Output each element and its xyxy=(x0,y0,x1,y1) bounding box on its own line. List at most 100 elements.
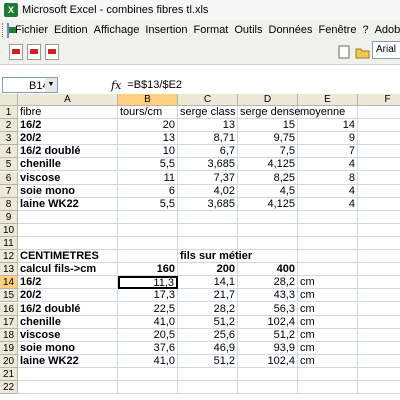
cell-a14[interactable]: 16/2 xyxy=(18,276,118,290)
row-header-5[interactable]: 5 xyxy=(0,158,18,172)
font-name-field[interactable]: Arial xyxy=(372,41,400,59)
cell-d19[interactable]: 93,9 xyxy=(238,341,298,355)
row-header-10[interactable]: 10 xyxy=(0,223,18,237)
cell-d21[interactable] xyxy=(238,368,298,381)
cell-c15[interactable]: 21,7 xyxy=(178,289,238,303)
cell-f17[interactable] xyxy=(358,316,400,329)
row-header-3[interactable]: 3 xyxy=(0,132,18,146)
name-box[interactable]: B14 ▼ xyxy=(2,77,58,93)
cell-b11[interactable] xyxy=(118,237,178,250)
cell-c22[interactable] xyxy=(178,381,238,395)
cell-a8[interactable]: laine WK22 xyxy=(18,197,118,211)
cell-d15[interactable]: 43,3 xyxy=(238,289,298,303)
menu-fenetre[interactable]: Fenêtre xyxy=(319,24,357,36)
menu-edition[interactable]: Edition xyxy=(54,24,88,36)
cell-c1[interactable]: serge class xyxy=(178,106,238,119)
cell-b19[interactable]: 37,6 xyxy=(118,341,178,355)
cell-e13[interactable] xyxy=(298,263,358,277)
cell-d4[interactable]: 7,5 xyxy=(238,145,298,159)
cell-b8[interactable]: 5,5 xyxy=(118,197,178,211)
row-header-2[interactable]: 2 xyxy=(0,119,18,133)
cell-e14[interactable]: cm xyxy=(298,276,358,290)
cell-d2[interactable]: 15 xyxy=(238,119,298,133)
row-header-7[interactable]: 7 xyxy=(0,184,18,198)
cell-c21[interactable] xyxy=(178,368,238,381)
cell-f4[interactable] xyxy=(358,145,400,159)
cell-e9[interactable] xyxy=(298,210,358,224)
cell-f8[interactable] xyxy=(358,198,400,211)
cell-a20[interactable]: laine WK22 xyxy=(18,354,118,368)
cell-e18[interactable]: cm xyxy=(298,328,358,342)
row-header-18[interactable]: 18 xyxy=(0,328,18,342)
cell-d6[interactable]: 8,25 xyxy=(238,171,298,185)
cell-e15[interactable]: cm xyxy=(298,289,358,303)
cell-a4[interactable]: 16/2 doublé xyxy=(18,145,118,159)
cell-d3[interactable]: 9,75 xyxy=(238,132,298,146)
cell-d7[interactable]: 4,5 xyxy=(238,184,298,198)
cell-a2[interactable]: 16/2 xyxy=(18,119,118,133)
row-header-4[interactable]: 4 xyxy=(0,145,18,159)
cell-c5[interactable]: 3,685 xyxy=(178,158,238,172)
cell-f3[interactable] xyxy=(358,132,400,146)
cell-e5[interactable]: 4 xyxy=(298,158,358,172)
cell-e21[interactable] xyxy=(298,368,358,381)
cell-e22[interactable] xyxy=(298,381,358,395)
excel-icon[interactable]: X xyxy=(4,3,18,17)
menu-format[interactable]: Format xyxy=(194,24,229,36)
row-header-19[interactable]: 19 xyxy=(0,341,18,355)
row-header-17[interactable]: 17 xyxy=(0,315,18,329)
cell-b1[interactable]: tours/cm xyxy=(118,106,178,119)
row-header-11[interactable]: 11 xyxy=(0,237,18,250)
new-button[interactable] xyxy=(336,44,352,60)
menu-help[interactable]: ? xyxy=(362,24,368,36)
cell-f15[interactable] xyxy=(358,289,400,303)
cell-a5[interactable]: chenille xyxy=(18,158,118,172)
cell-b6[interactable]: 11 xyxy=(118,171,178,185)
menu-donnees[interactable]: Données xyxy=(269,24,313,36)
cell-b7[interactable]: 6 xyxy=(118,184,178,198)
cell-e17[interactable]: cm xyxy=(298,315,358,329)
column-header-c[interactable]: C xyxy=(178,94,238,106)
menu-adobe[interactable]: Adobe xyxy=(375,24,400,36)
cell-f10[interactable] xyxy=(358,224,400,237)
chevron-down-icon[interactable]: ▼ xyxy=(45,78,57,92)
cell-c13[interactable]: 200 xyxy=(178,263,238,277)
cell-d13[interactable]: 400 xyxy=(238,263,298,277)
cell-f9[interactable] xyxy=(358,211,400,224)
cell-d11[interactable] xyxy=(238,237,298,250)
cell-a17[interactable]: chenille xyxy=(18,315,118,329)
menu-grip-handle[interactable] xyxy=(2,23,3,37)
row-header-22[interactable]: 22 xyxy=(0,381,18,395)
cell-f5[interactable] xyxy=(358,158,400,172)
cell-a7[interactable]: soie mono xyxy=(18,184,118,198)
row-header-14[interactable]: 14 xyxy=(0,276,18,290)
cell-b16[interactable]: 22,5 xyxy=(118,302,178,316)
cell-e1[interactable]: moyenne xyxy=(298,106,358,119)
cell-f2[interactable] xyxy=(358,119,400,133)
cell-c11[interactable] xyxy=(178,237,238,250)
cell-d17[interactable]: 102,4 xyxy=(238,315,298,329)
cell-b10[interactable] xyxy=(118,223,178,237)
workbook-icon[interactable] xyxy=(7,22,16,38)
cell-c3[interactable]: 8,71 xyxy=(178,132,238,146)
cell-e11[interactable] xyxy=(298,237,358,250)
menu-fichier[interactable]: Fichier xyxy=(15,24,48,36)
cell-b13[interactable]: 160 xyxy=(118,263,178,277)
cell-e10[interactable] xyxy=(298,223,358,237)
cell-c10[interactable] xyxy=(178,223,238,237)
cell-a3[interactable]: 20/2 xyxy=(18,132,118,146)
cell-d16[interactable]: 56,3 xyxy=(238,302,298,316)
cell-d20[interactable]: 102,4 xyxy=(238,354,298,368)
row-header-15[interactable]: 15 xyxy=(0,289,18,303)
cell-d12[interactable] xyxy=(238,250,298,264)
fx-icon[interactable]: fx xyxy=(111,79,121,92)
cell-b2[interactable]: 20 xyxy=(118,119,178,133)
cell-c8[interactable]: 3,685 xyxy=(178,197,238,211)
cell-b17[interactable]: 41,0 xyxy=(118,315,178,329)
cell-c6[interactable]: 7,37 xyxy=(178,171,238,185)
cell-a9[interactable] xyxy=(18,210,118,224)
row-header-20[interactable]: 20 xyxy=(0,354,18,368)
cell-b21[interactable] xyxy=(118,368,178,381)
cell-c7[interactable]: 4,02 xyxy=(178,184,238,198)
cell-f1[interactable] xyxy=(358,106,400,119)
